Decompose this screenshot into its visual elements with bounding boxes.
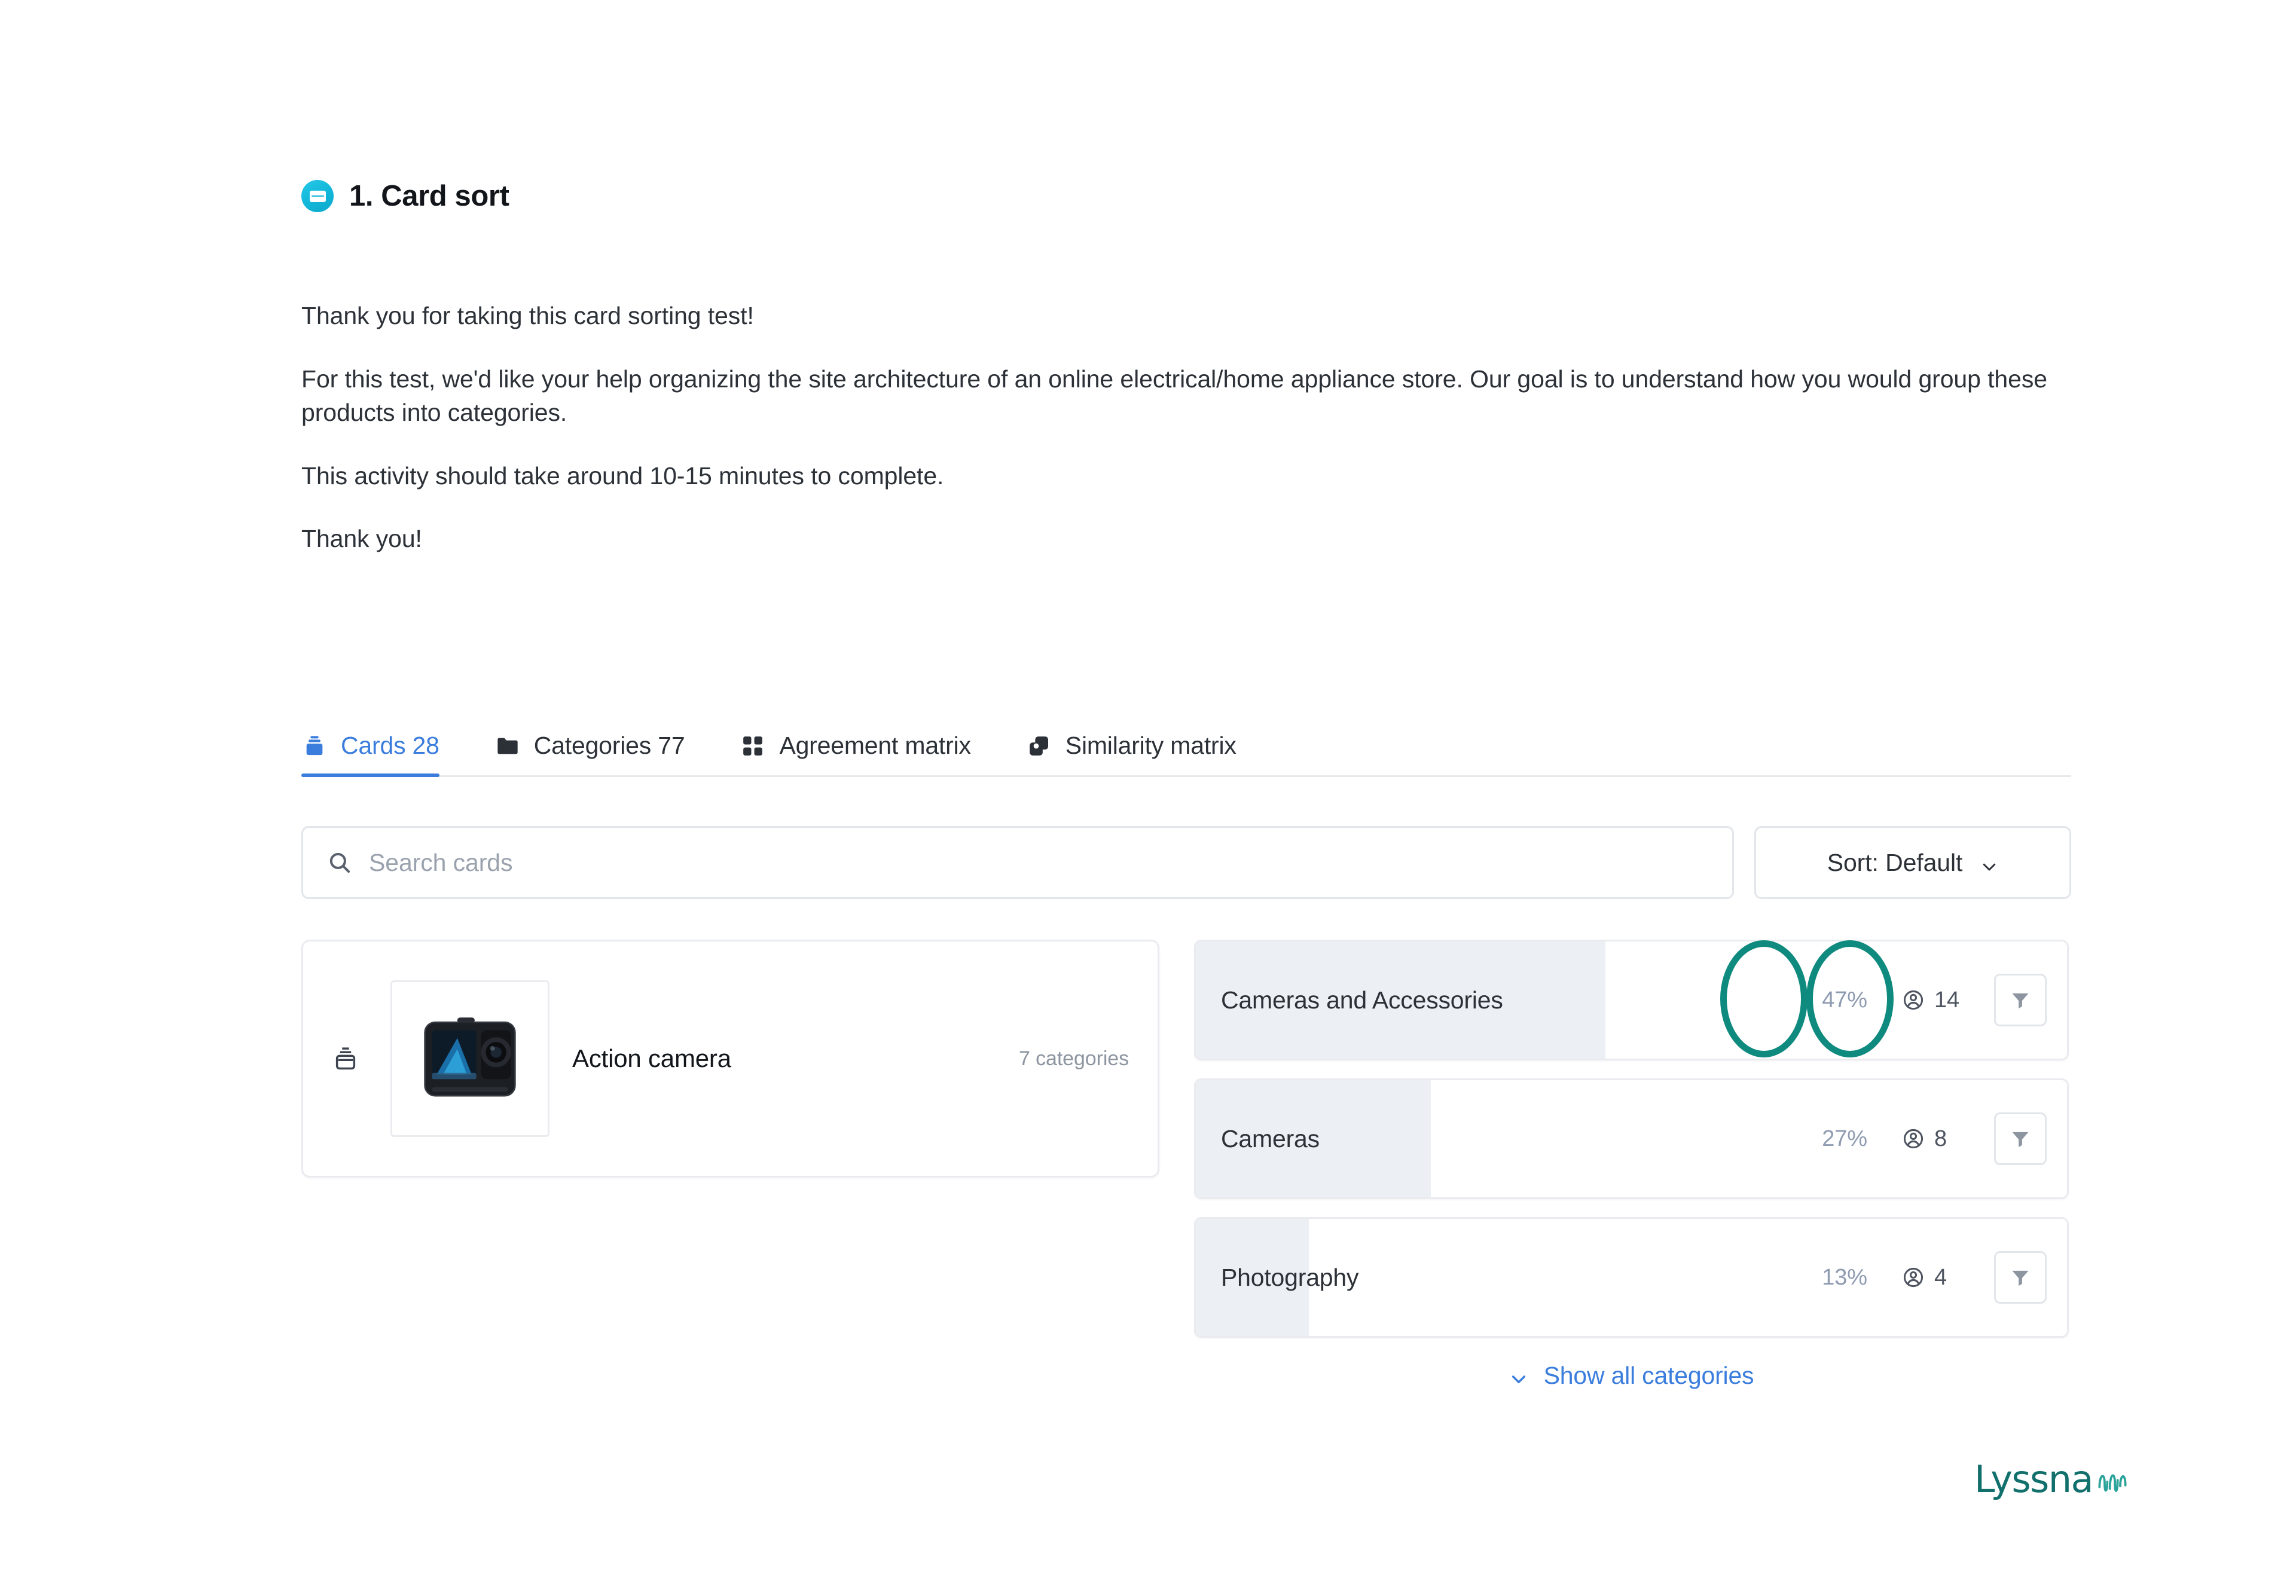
category-participants: 14 [1902, 987, 1973, 1013]
category-name: Cameras [1221, 1124, 1320, 1152]
card-title: Action camera [572, 1044, 731, 1072]
tab-cards[interactable]: Cards 28 [301, 705, 439, 777]
person-icon [1902, 1266, 1925, 1289]
tab-categories-label: Categories 77 [533, 732, 685, 759]
lyssna-logo: Lyssna [1974, 1457, 2130, 1501]
sort-dropdown-label: Sort: Default [1827, 848, 1963, 876]
chevron-down-icon [1980, 854, 1998, 872]
intro-paragraph-2: For this test, we'd like your help organ… [301, 365, 2047, 427]
show-all-categories-label: Show all categories [1543, 1362, 1754, 1389]
search-icon [327, 850, 352, 875]
category-participant-count: 14 [1934, 987, 1960, 1013]
card-category-count: 7 categories [1018, 1047, 1129, 1070]
search-box[interactable] [301, 826, 1734, 899]
section-heading: 1. Card sort [301, 179, 509, 213]
grid-four-icon [740, 733, 766, 759]
show-all-categories-link[interactable]: Show all categories [1194, 1362, 2069, 1390]
tab-similarity-matrix[interactable]: Similarity matrix [1026, 705, 1236, 775]
lyssna-wordmark: Lyssna [1974, 1457, 2093, 1501]
card-sort-icon [301, 180, 334, 212]
category-percent: 13% [1822, 1264, 1867, 1290]
card-item[interactable]: Action camera 7 categories [301, 940, 1159, 1178]
category-percent: 27% [1822, 1126, 1867, 1151]
tab-categories[interactable]: Categories 77 [494, 705, 685, 775]
category-percent: 47% [1822, 987, 1867, 1013]
folder-icon [494, 733, 521, 759]
category-filter-button[interactable] [1994, 1112, 2047, 1165]
page-title: 1. Card sort [349, 180, 509, 212]
card-thumbnail [390, 980, 549, 1137]
page-root: 1. Card sort Thank you for taking this c… [0, 0, 2296, 1596]
category-participants: 4 [1902, 1265, 1973, 1291]
sound-wave-icon [2095, 1466, 2130, 1497]
intro-paragraph-1: Thank you for taking this card sorting t… [301, 302, 754, 329]
category-row[interactable]: Photography 13% 4 [1194, 1217, 2069, 1338]
chevron-down-icon [1509, 1366, 1528, 1386]
filter-icon [2010, 1128, 2031, 1149]
intro-copy: Thank you for taking this card sorting t… [301, 299, 2071, 556]
card-glyph [309, 190, 326, 202]
intro-paragraph-4: Thank you! [301, 525, 422, 553]
category-participants: 8 [1902, 1126, 1973, 1152]
search-input[interactable] [369, 848, 1708, 877]
overlapping-squares-icon [1026, 733, 1052, 759]
tab-similarity-matrix-label: Similarity matrix [1065, 732, 1236, 759]
toolbar: Sort: Default [301, 826, 2071, 899]
results-content: Action camera 7 categories Cameras and A… [301, 940, 2071, 1390]
sort-dropdown[interactable]: Sort: Default [1754, 826, 2071, 899]
category-filter-button[interactable] [1994, 974, 2047, 1026]
category-name: Cameras and Accessories [1221, 986, 1503, 1014]
cards-stack-icon [301, 733, 328, 759]
tab-agreement-matrix[interactable]: Agreement matrix [740, 705, 971, 775]
cards-stack-icon [332, 1045, 359, 1072]
person-icon [1902, 989, 1925, 1011]
category-participant-count: 4 [1934, 1264, 1947, 1290]
action-camera-photo [399, 987, 541, 1130]
category-filter-button[interactable] [1994, 1251, 2047, 1304]
category-row[interactable]: Cameras 27% 8 [1194, 1078, 2069, 1199]
filter-icon [2010, 1267, 2031, 1288]
results-tabs: Cards 28 Categories 77 Agreement matrix [301, 705, 2071, 777]
person-icon [1902, 1127, 1925, 1150]
category-row[interactable]: Cameras and Accessories 47% 14 [1194, 940, 2069, 1060]
filter-icon [2010, 989, 2031, 1011]
category-list: Cameras and Accessories 47% 14 Cameras 2… [1194, 940, 2069, 1390]
category-name: Photography [1221, 1263, 1359, 1291]
category-participant-count: 8 [1934, 1126, 1947, 1151]
tab-cards-label: Cards 28 [341, 732, 439, 759]
tab-agreement-matrix-label: Agreement matrix [779, 732, 971, 759]
intro-paragraph-3: This activity should take around 10-15 m… [301, 461, 944, 490]
